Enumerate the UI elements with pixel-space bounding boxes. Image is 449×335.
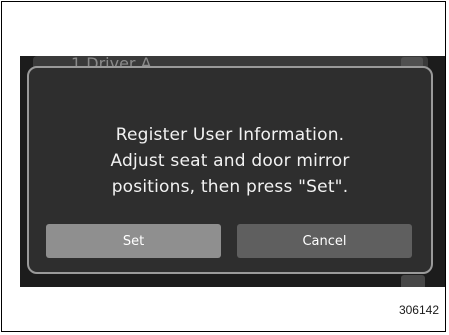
message-line: Adjust seat and door mirror bbox=[110, 151, 350, 171]
figure-code: 306142 bbox=[398, 303, 439, 317]
list-icon bbox=[401, 275, 425, 287]
message-line: positions, then press "Set". bbox=[111, 177, 349, 197]
display-screen: 1 Driver A Register User Information. Ad… bbox=[20, 56, 445, 287]
set-button[interactable]: Set bbox=[46, 224, 221, 258]
register-user-dialog: Register User Information. Adjust seat a… bbox=[27, 66, 433, 274]
cancel-button[interactable]: Cancel bbox=[237, 224, 412, 258]
message-line: Register User Information. bbox=[115, 125, 345, 145]
dialog-message: Register User Information. Adjust seat a… bbox=[29, 122, 431, 200]
